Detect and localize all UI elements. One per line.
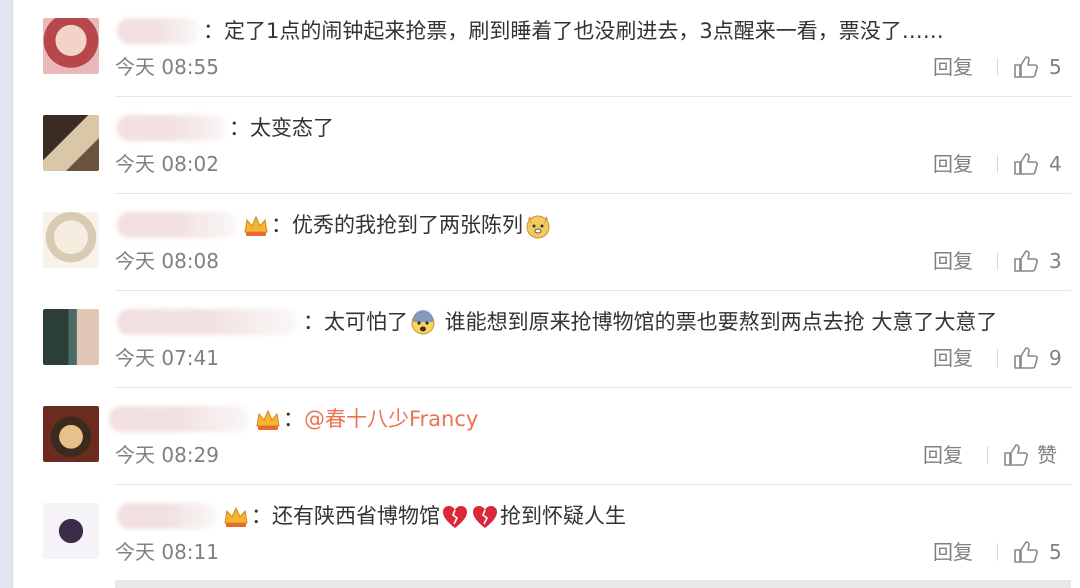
comment-text: ：太变态了 (229, 116, 334, 140)
avatar[interactable] (43, 212, 99, 268)
username-blurred[interactable] (117, 18, 199, 44)
comment-list: ：定了1点的闹钟起来抢票，刷到睡着了也没刷进去，3点醒来一看，票没了…… 今天 … (12, 0, 1080, 588)
comment-text: 抢到怀疑人生 (500, 504, 626, 528)
comment-time: 今天 08:02 (115, 152, 219, 176)
separator (997, 543, 998, 561)
dog-face-emoji (526, 215, 550, 239)
comment-item: ：定了1点的闹钟起来抢票，刷到睡着了也没刷进去，3点醒来一看，票没了…… 今天 … (13, 0, 1080, 96)
comment-content: ：太可怕了 谁能想到原来抢博物馆的票也要熬到两点去抢 大意了大意了 (303, 307, 997, 337)
avatar[interactable] (43, 406, 99, 462)
crown-badge-icon (224, 506, 248, 527)
comment-time: 今天 07:41 (115, 346, 219, 370)
thumbs-up-icon[interactable] (1013, 152, 1039, 176)
like-label[interactable]: 赞 (1037, 440, 1057, 470)
username-blurred[interactable] (117, 212, 237, 238)
thumbs-up-icon[interactable] (1013, 55, 1039, 79)
thumbs-up-icon[interactable] (1003, 443, 1029, 467)
username-blurred[interactable] (117, 503, 217, 529)
reply-button[interactable]: 回复 (933, 537, 973, 567)
comment-text: ： (283, 407, 304, 431)
avatar[interactable] (43, 309, 99, 365)
comment-text: 谁能想到原来抢博物馆的票也要熬到两点去抢 大意了大意了 (438, 310, 998, 334)
username-blurred[interactable] (117, 309, 297, 335)
broken-heart-emoji (443, 506, 467, 528)
like-count: 3 (1049, 249, 1062, 273)
comment-time: 今天 08:08 (115, 249, 219, 273)
fearful-face-emoji (411, 310, 435, 335)
avatar[interactable] (43, 503, 99, 559)
comment-time: 今天 08:55 (115, 55, 219, 79)
username-blurred[interactable] (109, 406, 249, 432)
comment-item: ：还有陕西省博物馆 抢到怀疑人生 今天 08:11 回复 5 (13, 485, 1080, 581)
comment-item: ：@春十八少Francy 今天 08:29 回复 赞 (13, 388, 1080, 484)
comment-item: ：太可怕了 谁能想到原来抢博物馆的票也要熬到两点去抢 大意了大意了 今天 07:… (13, 291, 1080, 387)
list-bottom-edge (115, 580, 1071, 588)
avatar[interactable] (43, 18, 99, 74)
separator (987, 446, 988, 464)
username-blurred[interactable] (117, 115, 227, 141)
reply-button[interactable]: 回复 (933, 343, 973, 373)
comment-content: ：@春十八少Francy (251, 404, 478, 434)
crown-badge-icon (256, 409, 280, 430)
comment-text: ：定了1点的闹钟起来抢票，刷到睡着了也没刷进去，3点醒来一看，票没了…… (203, 19, 944, 43)
separator (997, 58, 998, 76)
reply-button[interactable]: 回复 (933, 246, 973, 276)
like-count: 9 (1049, 346, 1062, 370)
separator (997, 252, 998, 270)
thumbs-up-icon[interactable] (1013, 346, 1039, 370)
like-count: 4 (1049, 152, 1062, 176)
reply-button[interactable]: 回复 (933, 149, 973, 179)
separator (997, 349, 998, 367)
comment-text: ：还有陕西省博物馆 (251, 504, 440, 528)
thumbs-up-icon[interactable] (1013, 249, 1039, 273)
reply-button[interactable]: 回复 (933, 52, 973, 82)
comment-item: ：优秀的我抢到了两张陈列 今天 08:08 回复 3 (13, 194, 1080, 290)
comment-time: 今天 08:29 (115, 443, 219, 467)
reply-button[interactable]: 回复 (923, 440, 963, 470)
broken-heart-emoji (473, 506, 497, 528)
avatar[interactable] (43, 115, 99, 171)
comment-time: 今天 08:11 (115, 540, 219, 564)
comment-content: ：优秀的我抢到了两张陈列 (239, 210, 553, 240)
thumbs-up-icon[interactable] (1013, 540, 1039, 564)
mention-link[interactable]: @春十八少Francy (304, 407, 478, 431)
comment-content: ：还有陕西省博物馆 抢到怀疑人生 (219, 501, 626, 531)
separator (997, 155, 998, 173)
like-count: 5 (1049, 55, 1062, 79)
comment-text: ：太可怕了 (303, 310, 408, 334)
comment-text: ：优秀的我抢到了两张陈列 (271, 213, 523, 237)
like-count: 5 (1049, 540, 1062, 564)
crown-badge-icon (244, 215, 268, 236)
comment-item: ：太变态了 今天 08:02 回复 4 (13, 97, 1080, 193)
